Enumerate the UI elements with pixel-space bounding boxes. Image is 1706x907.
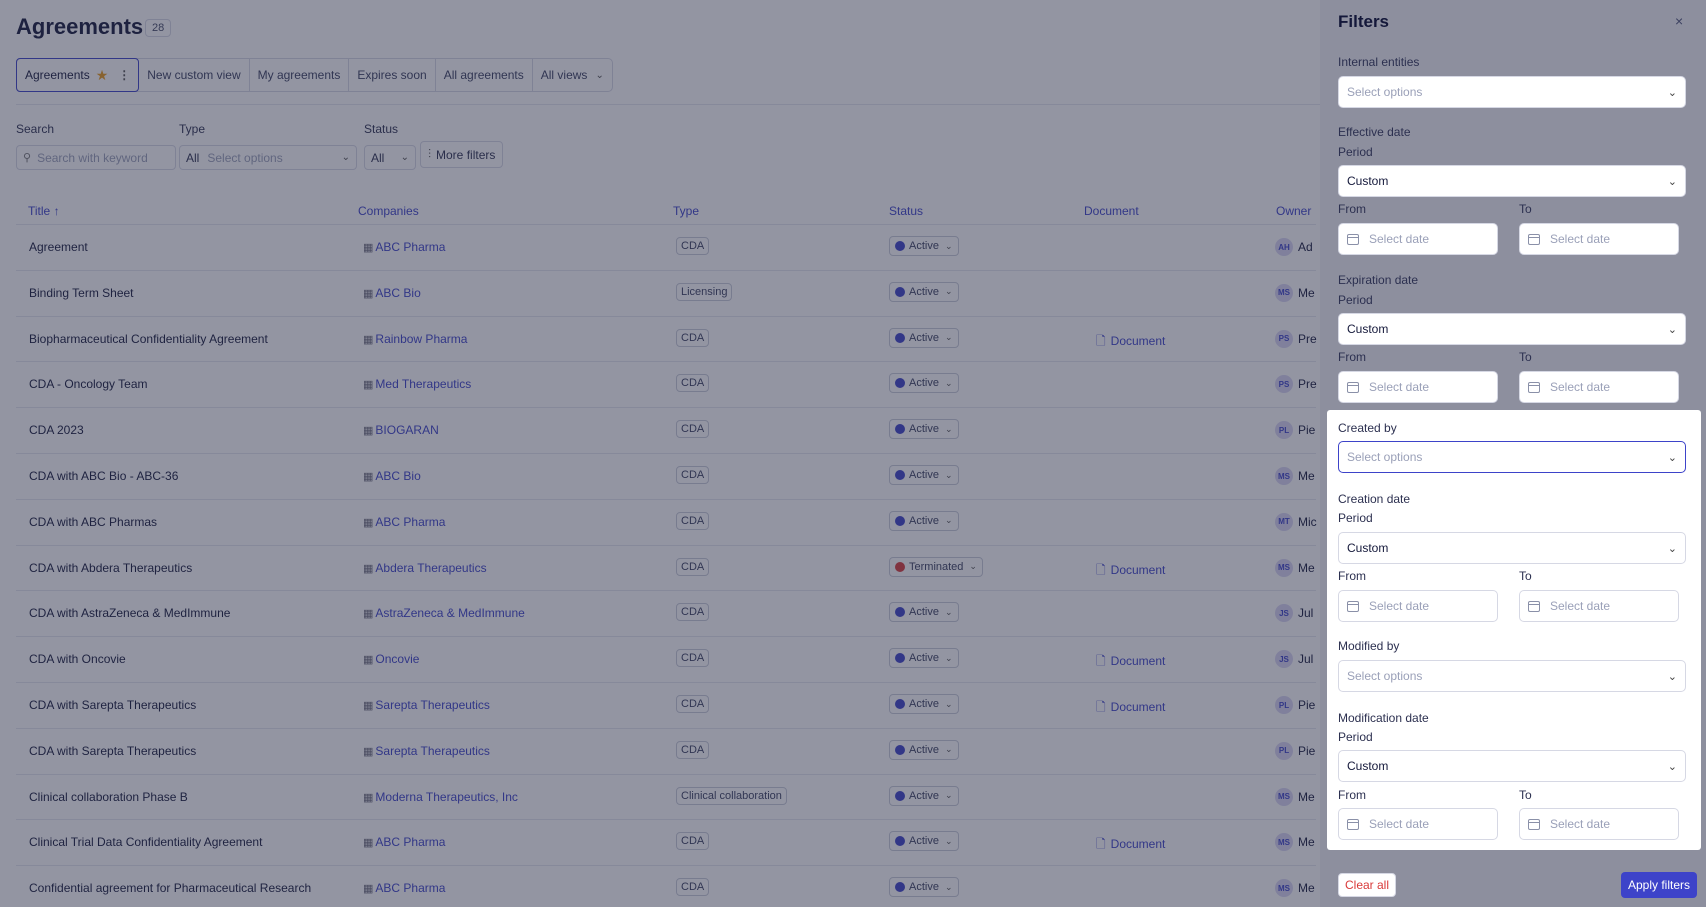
from-label: From [1338,788,1366,802]
chevron-down-icon: ⌄ [1667,451,1677,464]
chevron-down-icon: ⌄ [1667,86,1677,99]
effective-from-date-input[interactable]: Select date [1338,223,1498,255]
panel-title: Filters [1338,12,1390,31]
effective-to-date-input[interactable]: Select date [1519,223,1679,255]
select-value: Custom [1347,322,1389,336]
effective-period-select[interactable]: Custom ⌄ [1338,165,1686,197]
chevron-down-icon: ⌄ [1667,760,1677,773]
effective-date-label: Effective date [1338,125,1411,139]
modification-date-label: Modification date [1338,711,1429,725]
period-label: Period [1338,511,1373,525]
expiration-to-date-input[interactable]: Select date [1519,371,1679,403]
to-label: To [1519,202,1532,216]
modification-period-select[interactable]: Custom ⌄ [1338,750,1686,782]
select-value: Custom [1347,541,1389,555]
select-placeholder: Select options [1347,450,1423,464]
internal-entities-label: Internal entities [1338,55,1420,69]
filters-panel: Filters × Internal entities Select optio… [1320,0,1706,907]
from-label: From [1338,350,1366,364]
date-placeholder: Select date [1550,817,1611,831]
expiration-period-select[interactable]: Custom ⌄ [1338,313,1686,345]
chevron-down-icon: ⌄ [1667,670,1677,683]
creation-date-label: Creation date [1338,492,1411,506]
from-label: From [1338,202,1366,216]
calendar-icon [1347,233,1359,245]
created-by-label: Created by [1338,421,1397,435]
created-by-select[interactable]: Select options ⌄ [1338,441,1686,473]
period-label: Period [1338,145,1373,159]
chevron-down-icon: ⌄ [1667,175,1677,188]
calendar-icon [1347,381,1359,393]
period-label: Period [1338,293,1373,307]
date-placeholder: Select date [1550,232,1611,246]
calendar-icon [1528,233,1540,245]
select-value: Custom [1347,759,1389,773]
date-placeholder: Select date [1369,380,1430,394]
modal-backdrop[interactable] [0,0,1320,907]
date-placeholder: Select date [1369,599,1430,613]
calendar-icon [1528,600,1540,612]
select-placeholder: Select options [1347,669,1423,683]
select-placeholder: Select options [1347,85,1423,99]
internal-entities-select[interactable]: Select options ⌄ [1338,76,1686,108]
date-placeholder: Select date [1369,232,1430,246]
modified-by-label: Modified by [1338,639,1400,653]
expiration-from-date-input[interactable]: Select date [1338,371,1498,403]
chevron-down-icon: ⌄ [1667,323,1677,336]
chevron-down-icon: ⌄ [1667,542,1677,555]
date-placeholder: Select date [1550,599,1611,613]
apply-filters-button[interactable]: Apply filters [1621,872,1698,898]
select-value: Custom [1347,174,1389,188]
to-label: To [1519,569,1532,583]
expiration-date-label: Expiration date [1338,273,1419,287]
calendar-icon [1347,600,1359,612]
calendar-icon [1528,818,1540,830]
to-label: To [1519,350,1532,364]
creation-from-date-input[interactable]: Select date [1338,590,1498,622]
creation-to-date-input[interactable]: Select date [1519,590,1679,622]
clear-all-button[interactable]: Clear all [1338,873,1397,897]
date-placeholder: Select date [1369,817,1430,831]
modified-by-select[interactable]: Select options ⌄ [1338,660,1686,692]
calendar-icon [1528,381,1540,393]
period-label: Period [1338,730,1373,744]
calendar-icon [1347,818,1359,830]
close-icon[interactable]: × [1675,13,1683,29]
to-label: To [1519,788,1532,802]
modification-to-date-input[interactable]: Select date [1519,808,1679,840]
from-label: From [1338,569,1366,583]
modification-from-date-input[interactable]: Select date [1338,808,1498,840]
date-placeholder: Select date [1550,380,1611,394]
creation-period-select[interactable]: Custom ⌄ [1338,532,1686,564]
